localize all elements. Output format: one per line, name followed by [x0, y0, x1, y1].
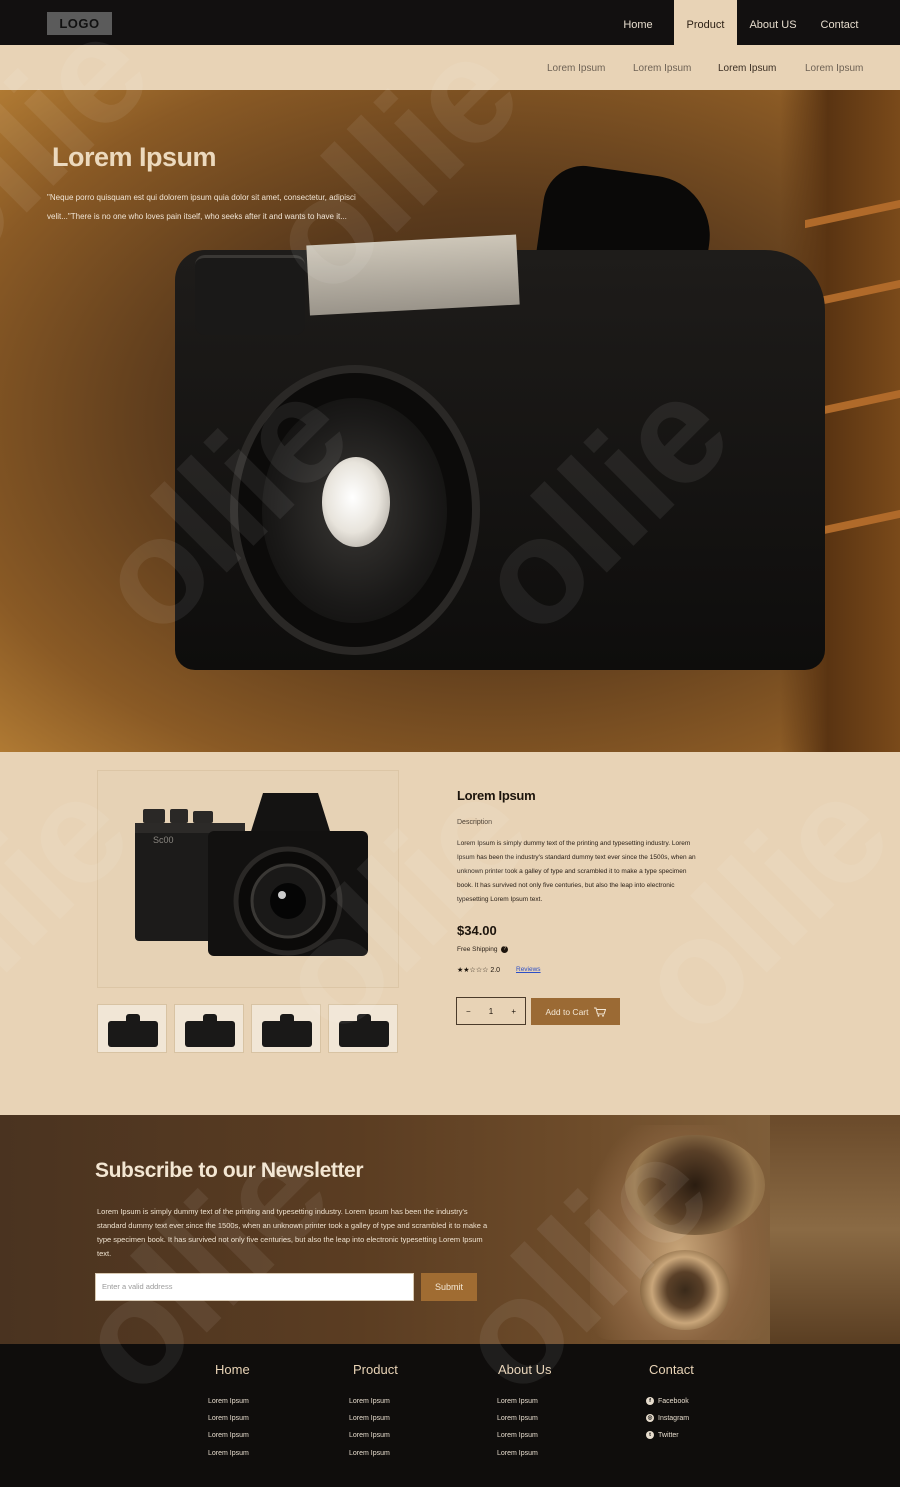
footer-link[interactable]: Lorem Ipsum [349, 1450, 390, 1457]
nav-about-us[interactable]: About US [744, 0, 802, 45]
footer-link[interactable]: Lorem Ipsum [497, 1432, 538, 1439]
product-thumbnail-4[interactable] [328, 1004, 398, 1053]
reviews-link[interactable]: Reviews [516, 966, 541, 973]
footer-link[interactable]: Lorem Ipsum [208, 1432, 249, 1439]
instagram-label: Instagram [658, 1414, 690, 1422]
product-description: Lorem Ipsum is simply dummy text of the … [457, 840, 696, 903]
subnav-item-2[interactable]: Lorem Ipsum [633, 63, 691, 74]
footer-link[interactable]: Lorem Ipsum [208, 1450, 249, 1457]
info-icon[interactable]: ? [501, 946, 509, 953]
hero-title: Lorem Ipsum [52, 142, 217, 172]
nav-contact[interactable]: Contact [812, 0, 867, 45]
hero-banner: Lorem Ipsum "Neque porro quisquam est qu… [0, 90, 900, 752]
quantity-value[interactable]: 1 [489, 1007, 493, 1016]
instagram-icon: ◎ [646, 1414, 654, 1422]
increment-button[interactable]: + [511, 1007, 516, 1016]
thumbnail-camera [185, 1021, 235, 1047]
footer-link[interactable]: Lorem Ipsum [208, 1415, 249, 1422]
footer-link[interactable]: Lorem Ipsum [497, 1415, 538, 1422]
footer-title-contact[interactable]: Contact [649, 1362, 694, 1377]
camera-illustration: Sc00 [135, 793, 368, 956]
quantity-stepper: − 1 + [456, 997, 526, 1025]
thumbnail-camera-top [357, 1014, 371, 1024]
product-section: Sc00 Lorem Ipsum Description Lorem Ipsum… [0, 752, 900, 1115]
newsletter-title: Subscribe to our Newsletter [95, 1159, 364, 1182]
top-navbar: LOGO Home Product About US Contact [0, 0, 900, 45]
twitter-label: Twitter [658, 1431, 679, 1439]
footer: Home Lorem Ipsum Lorem Ipsum Lorem Ipsum… [0, 1344, 900, 1487]
newsletter-section: Subscribe to our Newsletter Lorem Ipsum … [0, 1115, 900, 1344]
thumbnail-camera-top [280, 1014, 294, 1024]
footer-link[interactable]: Lorem Ipsum [497, 1450, 538, 1457]
subnav-item-4[interactable]: Lorem Ipsum [805, 63, 863, 74]
description-label: Description [457, 819, 493, 826]
camera-flash [306, 234, 520, 316]
shipping-label: Free Shipping [457, 946, 498, 954]
instagram-link[interactable]: ◎ Instagram [646, 1414, 689, 1422]
add-to-cart-button[interactable]: Add to Cart [531, 998, 620, 1025]
rating-value: 2.0 [490, 967, 501, 974]
newsletter-text: Lorem Ipsum is simply dummy text of the … [97, 1207, 488, 1258]
product-thumbnail-3[interactable] [251, 1004, 321, 1053]
add-to-cart-label: Add to Cart [545, 1006, 589, 1017]
facebook-icon: f [646, 1397, 654, 1405]
nav-product[interactable]: Product [674, 0, 737, 45]
newsletter-camera-lens [640, 1250, 730, 1330]
footer-link[interactable]: Lorem Ipsum [349, 1432, 390, 1439]
nav-home[interactable]: Home [610, 0, 666, 45]
footer-link[interactable]: Lorem Ipsum [349, 1415, 390, 1422]
product-thumbnail-2[interactable] [174, 1004, 244, 1053]
thumbnail-camera-top [203, 1014, 217, 1024]
cart-icon [593, 1007, 606, 1017]
product-title: Lorem Ipsum [457, 788, 536, 803]
footer-title-product[interactable]: Product [353, 1362, 398, 1377]
twitter-icon: t [646, 1431, 654, 1439]
facebook-link[interactable]: f Facebook [646, 1397, 689, 1405]
decrement-button[interactable]: − [466, 1007, 471, 1016]
facebook-label: Facebook [658, 1397, 689, 1405]
footer-link[interactable]: Lorem Ipsum [497, 1398, 538, 1405]
footer-link[interactable]: Lorem Ipsum [208, 1398, 249, 1405]
star-rating-icons: ★★☆☆☆ [457, 967, 489, 974]
camera-lens-glass [322, 457, 390, 547]
sub-navbar: Lorem Ipsum Lorem Ipsum Lorem Ipsum Lore… [0, 45, 900, 90]
subnav-item-1[interactable]: Lorem Ipsum [547, 63, 605, 74]
footer-title-about-us[interactable]: About Us [498, 1362, 551, 1377]
thumbnail-camera-top [126, 1014, 140, 1024]
hero-quote: "Neque porro quisquam est qui dolorem ip… [47, 193, 356, 221]
footer-title-home[interactable]: Home [215, 1362, 250, 1377]
newsletter-camera-lens [625, 1135, 765, 1235]
product-thumbnail-1[interactable] [97, 1004, 167, 1053]
product-main-image: Sc00 [97, 770, 399, 988]
rating: ★★☆☆☆ 2.0 [457, 966, 500, 974]
thumbnail-camera [262, 1021, 312, 1047]
thumbnail-camera [339, 1021, 389, 1047]
submit-button[interactable]: Submit [421, 1273, 477, 1301]
email-input[interactable]: Enter a valid address [95, 1273, 414, 1301]
subnav-item-3[interactable]: Lorem Ipsum [718, 63, 776, 74]
shipping-info: Free Shipping ? [457, 946, 509, 954]
product-price: $34.00 [457, 923, 497, 938]
twitter-link[interactable]: t Twitter [646, 1431, 679, 1439]
svg-text:Sc00: Sc00 [153, 835, 174, 845]
footer-link[interactable]: Lorem Ipsum [349, 1398, 390, 1405]
thumbnail-camera [108, 1021, 158, 1047]
camera-dial [195, 255, 305, 335]
newsletter-bg-shelf [770, 1115, 900, 1344]
logo[interactable]: LOGO [47, 12, 112, 35]
